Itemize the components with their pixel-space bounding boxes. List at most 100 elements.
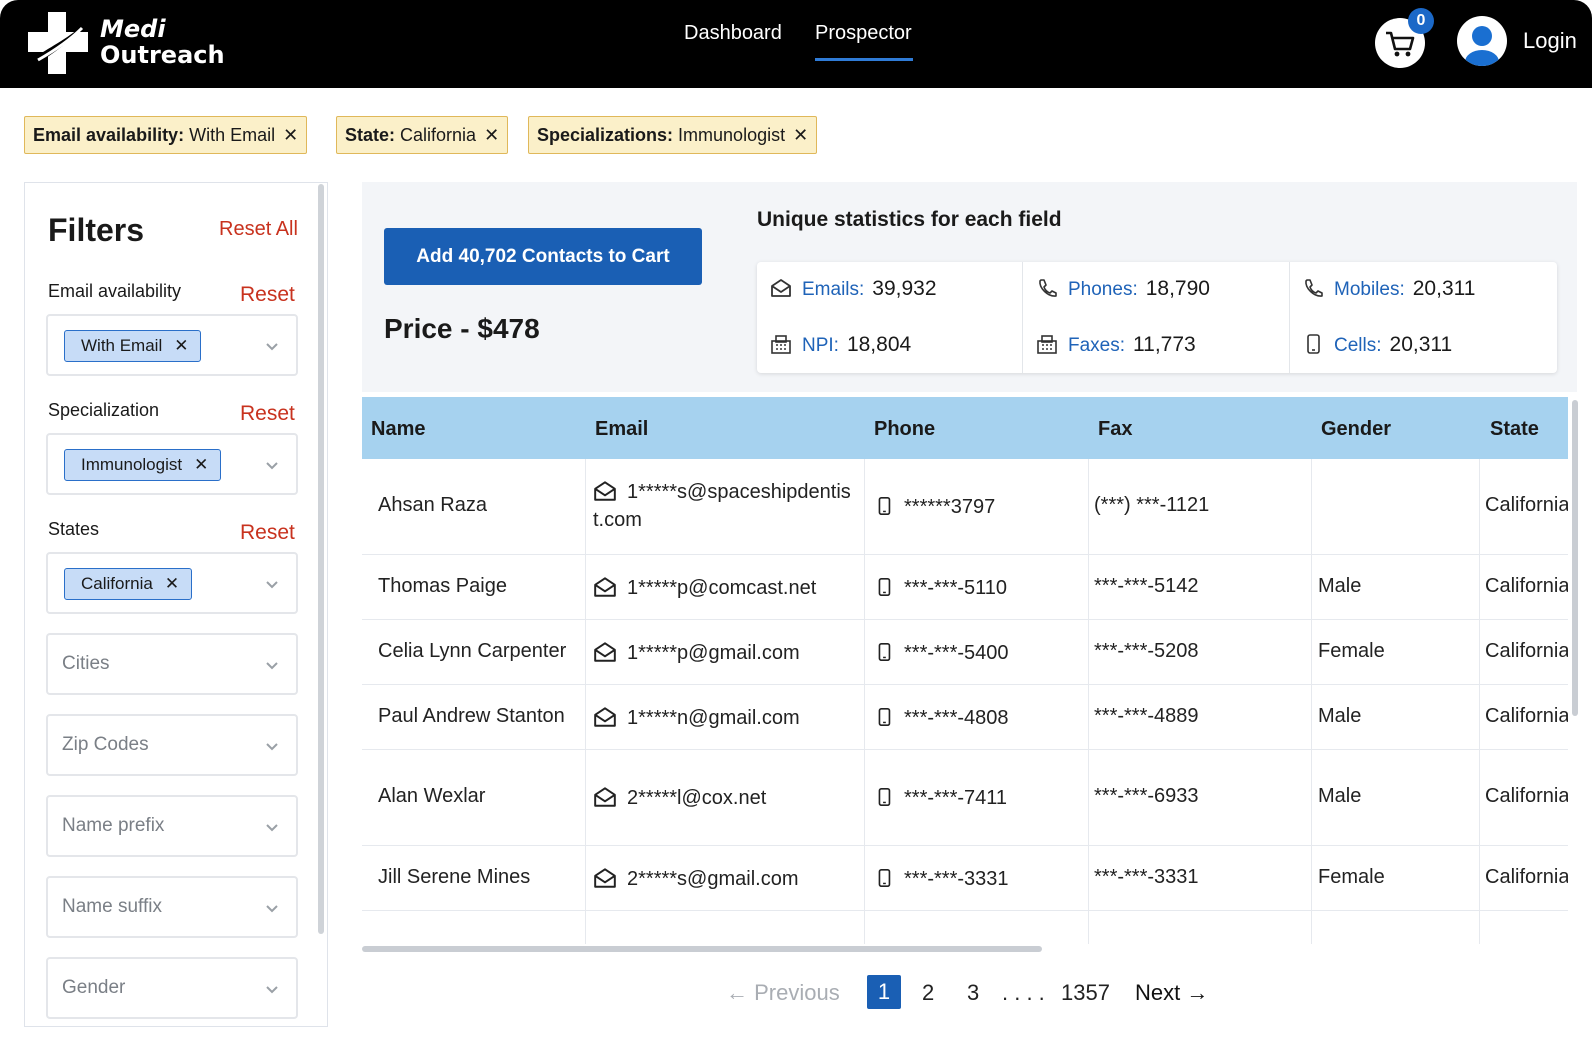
nav-dashboard[interactable]: Dashboard — [684, 22, 782, 45]
login-link[interactable]: Login — [1523, 28, 1577, 54]
row-divider — [362, 845, 1572, 846]
remove-tag-icon[interactable]: ✕ — [174, 336, 188, 355]
page-3-button[interactable]: 3 — [967, 980, 979, 1006]
name-suffix-select[interactable]: Name suffix — [46, 876, 298, 938]
cell-state: California — [1485, 866, 1570, 888]
zip-codes-select[interactable]: Zip Codes — [46, 714, 298, 776]
arrow-left-icon: ← — [726, 980, 748, 1005]
cell-gender: Male — [1318, 785, 1362, 807]
envelope-icon — [771, 279, 791, 297]
column-divider — [585, 459, 586, 944]
specialization-reset-button[interactable]: Reset — [240, 402, 295, 426]
stat-phones: Phones: 18,790 — [1036, 277, 1210, 301]
phone-text: ***-***-5110 — [904, 577, 1008, 599]
add-to-cart-button[interactable]: Add 40,702 Contacts to Cart — [384, 228, 702, 285]
email-text: 2*****s@gmail.com — [627, 868, 799, 890]
column-header-phone[interactable]: Phone — [874, 418, 935, 441]
mobile-icon — [878, 643, 891, 661]
cart-count-badge: 0 — [1408, 8, 1434, 34]
close-icon[interactable]: ✕ — [484, 125, 499, 145]
nav-prospector[interactable]: Prospector — [815, 22, 912, 45]
previous-page-button[interactable]: ← Previous — [726, 980, 840, 1006]
cell-name: Alan Wexlar — [378, 785, 486, 807]
stat-value: 11,773 — [1133, 333, 1196, 356]
stat-label: NPI: — [802, 335, 839, 356]
next-page-button[interactable]: Next → — [1135, 980, 1208, 1006]
stat-mobiles: Mobiles: 20,311 — [1302, 277, 1475, 301]
specialization-select[interactable]: Immunologist ✕ — [46, 433, 298, 495]
phone-text: ***-***-5400 — [904, 642, 1009, 664]
page-2-button[interactable]: 2 — [922, 980, 934, 1006]
cell-fax: ***-***-5142 — [1094, 575, 1199, 597]
stat-value: 20,311 — [1389, 333, 1453, 356]
chip-specializations: Specializations: Immunologist ✕ — [528, 116, 818, 154]
remove-tag-icon[interactable]: ✕ — [165, 574, 179, 593]
previous-label: Previous — [754, 980, 840, 1005]
cell-name: Jill Serene Mines — [378, 866, 531, 888]
email-text: 1*****s@spaceshipdentis — [627, 481, 851, 503]
stat-value: 39,932 — [872, 277, 937, 300]
logo[interactable]: Medi Outreach — [26, 10, 226, 76]
email-availability-select[interactable]: With Email ✕ — [46, 314, 298, 376]
cell-email: 1*****s@spaceshipdentis — [593, 479, 851, 504]
column-header-state[interactable]: State — [1490, 418, 1539, 441]
remove-tag-icon[interactable]: ✕ — [194, 455, 208, 474]
stat-value: 18,790 — [1145, 277, 1210, 300]
specialization-label: Specialization — [48, 400, 160, 420]
cell-name: Ahsan Raza — [378, 494, 487, 516]
table-vertical-scrollbar[interactable] — [1572, 400, 1578, 716]
column-header-gender[interactable]: Gender — [1321, 418, 1391, 441]
cell-email: 1*****p@gmail.com — [593, 640, 800, 665]
tag-label: California — [81, 574, 153, 593]
phone-text: ***-***-7411 — [904, 787, 1008, 809]
chevron-down-icon — [266, 743, 278, 751]
cell-phone: ***-***-5110 — [874, 575, 1007, 600]
logo-text: Medi Outreach — [100, 16, 225, 68]
logo-line-2: Outreach — [100, 41, 225, 69]
envelope-icon — [594, 868, 616, 888]
stat-label: Faxes: — [1068, 335, 1126, 356]
states-reset-button[interactable]: Reset — [240, 521, 295, 545]
page-1-button[interactable]: 1 — [867, 975, 901, 1009]
tag-label: Immunologist — [81, 455, 183, 474]
cell-state: California — [1485, 494, 1570, 516]
reset-all-button[interactable]: Reset All — [219, 218, 298, 241]
chevron-down-icon — [266, 905, 278, 913]
price-label: Price - $478 — [384, 313, 540, 344]
cell-state: California — [1485, 640, 1570, 662]
close-icon[interactable]: ✕ — [793, 125, 808, 145]
email-availability-label: Email availability — [48, 281, 182, 301]
stat-label: Mobiles: — [1334, 279, 1405, 300]
mobile-icon — [1307, 334, 1320, 354]
avatar[interactable] — [1457, 16, 1507, 66]
placeholder: Name prefix — [62, 815, 165, 836]
page-last-button[interactable]: 1357 — [1061, 980, 1110, 1006]
mobile-icon — [878, 788, 891, 806]
cell-name: Celia Lynn Carpenter — [378, 640, 567, 662]
cities-select[interactable]: Cities — [46, 633, 298, 695]
cell-gender: Male — [1318, 705, 1362, 727]
column-divider — [1311, 459, 1312, 944]
cell-email: 2*****l@cox.net — [593, 785, 766, 810]
email-reset-button[interactable]: Reset — [240, 283, 295, 307]
cell-gender: Female — [1318, 866, 1385, 888]
chevron-down-icon — [266, 581, 278, 589]
chevron-down-icon — [266, 662, 278, 670]
top-bar — [0, 0, 1592, 88]
name-prefix-select[interactable]: Name prefix — [46, 795, 298, 857]
column-header-fax[interactable]: Fax — [1098, 418, 1132, 441]
email-text: 1*****p@comcast.net — [627, 577, 817, 599]
table-horizontal-scrollbar[interactable] — [362, 946, 1042, 952]
cell-name: Paul Andrew Stanton — [378, 705, 565, 727]
divider — [1289, 262, 1290, 373]
sidebar-scrollbar[interactable] — [318, 184, 324, 934]
close-icon[interactable]: ✕ — [283, 125, 298, 145]
gender-select[interactable]: Gender — [46, 957, 298, 1019]
cell-state: California — [1485, 575, 1570, 597]
states-select[interactable]: California ✕ — [46, 552, 298, 614]
envelope-icon — [594, 787, 616, 807]
column-header-name[interactable]: Name — [371, 418, 425, 441]
column-header-email[interactable]: Email — [595, 418, 648, 441]
placeholder: Zip Codes — [62, 734, 149, 755]
placeholder: Name suffix — [62, 896, 162, 917]
